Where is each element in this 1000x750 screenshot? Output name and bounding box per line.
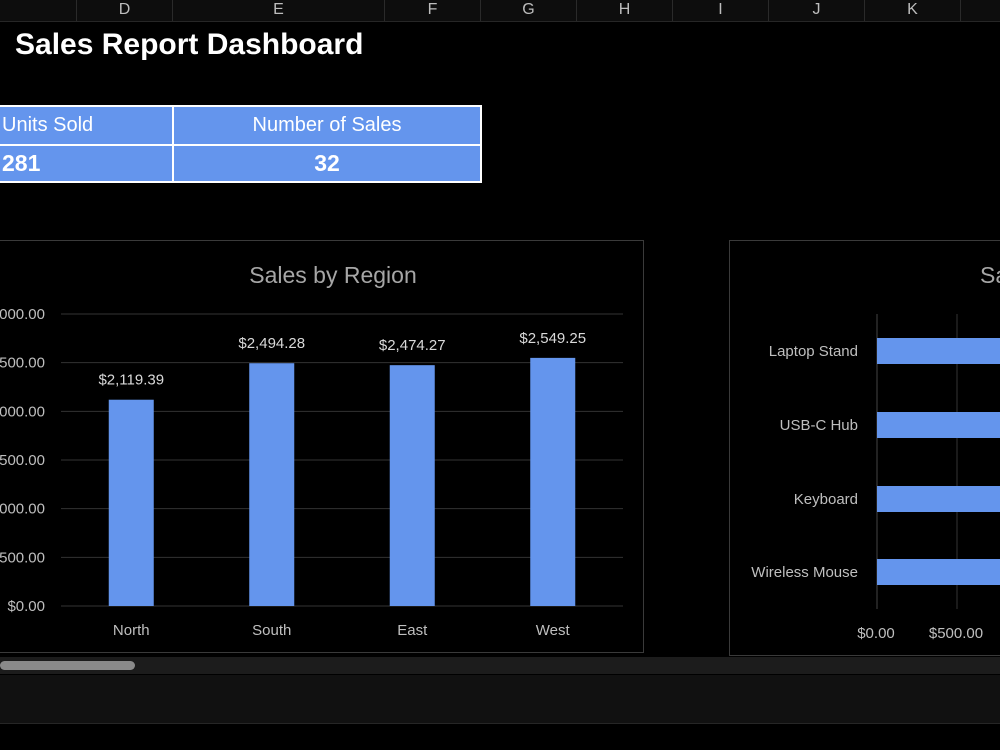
data-label: $2,119.39 [98, 372, 164, 389]
x-tick-label: West [536, 622, 571, 639]
y-tick-label: Wireless Mouse [751, 564, 858, 581]
sales-by-product-svg: Sa Laptop Stand USB-C Hub Keyboard Wireless … [751, 262, 1000, 642]
kpi-table: Units Sold Number of Sales 281 32 [0, 105, 482, 183]
x-tick-label: South [252, 622, 291, 639]
y-tick-label: $0.00 [7, 598, 45, 615]
kpi-header-units-sold[interactable]: Units Sold [0, 105, 174, 146]
bar-laptop-stand[interactable] [877, 338, 1000, 364]
column-header-j[interactable]: J [768, 0, 864, 21]
y-tick-label: Laptop Stand [769, 343, 858, 360]
y-tick-label: Keyboard [794, 491, 858, 508]
column-header-h[interactable]: H [576, 0, 672, 21]
horizontal-scrollbar[interactable] [0, 657, 1000, 674]
y-tick-label: 000.00 [0, 501, 45, 518]
bar-south[interactable] [249, 363, 295, 606]
x-tick-label: $0.00 [857, 625, 895, 642]
x-tick-label: North [113, 622, 150, 639]
bar-wireless-mouse[interactable] [877, 559, 1000, 585]
x-tick-label: $500.00 [929, 625, 983, 642]
kpi-header-number-of-sales[interactable]: Number of Sales [172, 105, 482, 146]
data-label: $2,549.25 [519, 330, 586, 347]
column-header-bar: DEFGHIJK [0, 0, 1000, 22]
y-tick-label: 000.00 [0, 403, 45, 420]
y-tick-label: USB-C Hub [780, 417, 858, 434]
column-header-next[interactable] [960, 0, 1000, 21]
bar-north[interactable] [108, 399, 154, 606]
bar-east[interactable] [389, 365, 435, 606]
kpi-value-number-of-sales[interactable]: 32 [172, 144, 482, 183]
bar-usb-c-hub[interactable] [877, 412, 1000, 438]
chart-title: Sales by Region [249, 262, 417, 288]
column-header-i[interactable]: I [672, 0, 768, 21]
y-tick-label: 500.00 [0, 549, 45, 566]
sales-by-product-chart[interactable]: Sa Laptop Stand USB-C Hub Keyboard Wireless … [729, 240, 1000, 656]
column-header-d[interactable]: D [76, 0, 172, 21]
chart-title: Sa [980, 262, 1000, 288]
column-header-e[interactable]: E [172, 0, 384, 21]
scrollbar-thumb[interactable] [0, 661, 135, 670]
sales-by-region-svg: Sales by Region $0.00 500.00 000.00 500.00 00… [0, 262, 623, 639]
bar-keyboard[interactable] [877, 486, 1000, 512]
column-header-f[interactable]: F [384, 0, 480, 21]
bar-west[interactable] [530, 357, 576, 606]
sales-by-region-chart[interactable]: Sales by Region $0.00 500.00 000.00 500.00 00… [0, 240, 644, 653]
data-label: $2,474.27 [379, 337, 446, 354]
y-tick-label: 000.00 [0, 306, 45, 323]
y-tick-label: 500.00 [0, 355, 45, 372]
page-title: Sales Report Dashboard [15, 28, 364, 61]
status-bar [0, 675, 1000, 724]
column-header-g[interactable]: G [480, 0, 576, 21]
y-tick-label: 500.00 [0, 452, 45, 469]
column-header-k[interactable]: K [864, 0, 960, 21]
x-tick-label: East [397, 622, 428, 639]
data-label: $2,494.28 [238, 335, 305, 352]
kpi-value-units-sold[interactable]: 281 [0, 144, 174, 183]
